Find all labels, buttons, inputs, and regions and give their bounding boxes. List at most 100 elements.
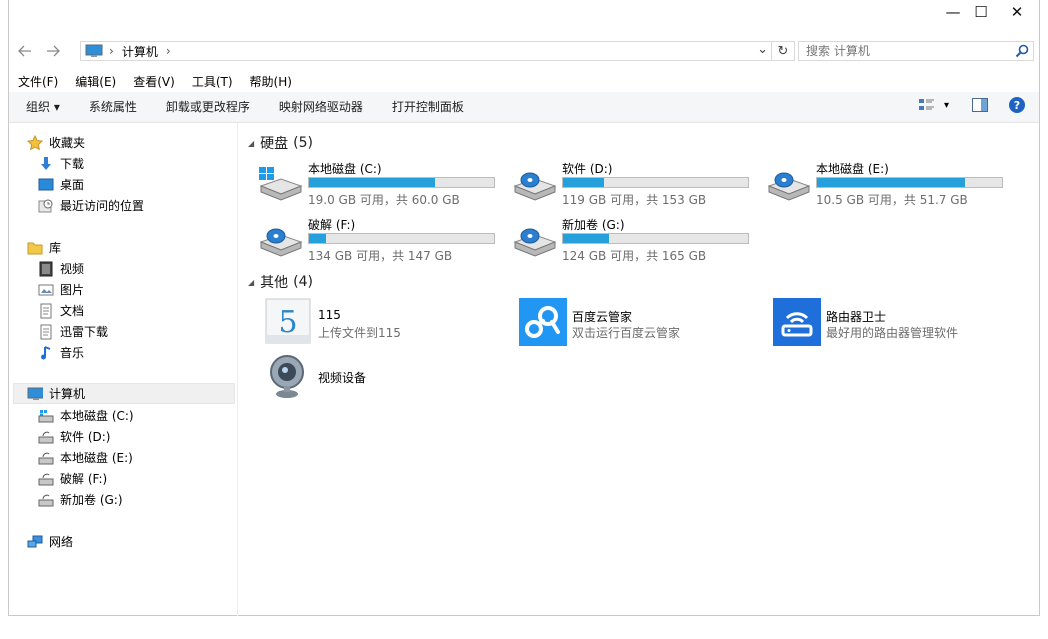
- sidebar-label: 迅雷下载: [60, 325, 109, 339]
- item-video-device[interactable]: 视频设备: [265, 352, 515, 402]
- group-count: (4): [293, 274, 313, 290]
- collapse-triangle-icon[interactable]: ◢: [248, 278, 254, 287]
- sidebar-item-favorites[interactable]: 收藏夹: [27, 132, 85, 153]
- menu-tools[interactable]: 工具(T): [183, 72, 241, 92]
- sidebar-label: 本地磁盘 (E:): [60, 451, 133, 465]
- breadcrumb-computer[interactable]: 计算机: [122, 43, 158, 60]
- open-control-panel-button[interactable]: 打开控制面板: [377, 93, 478, 121]
- map-network-drive-button[interactable]: 映射网络驱动器: [264, 93, 377, 121]
- sidebar-item-network[interactable]: 网络: [27, 531, 73, 552]
- computer-icon: [85, 44, 103, 58]
- drive-space-info: 119 GB 可用，共 153 GB: [562, 193, 707, 207]
- webcam-icon: [270, 355, 304, 398]
- sidebar-item-libraries[interactable]: 库: [27, 237, 61, 258]
- sidebar-item-xunlei-downloads[interactable]: 迅雷下载: [38, 321, 108, 342]
- navigation-pane: 收藏夹 下载 桌面 最近访问的位置 库 视频 图片 文档 迅雷下载 音乐 计算机…: [9, 123, 238, 616]
- view-options-button[interactable]: ▾: [918, 97, 949, 113]
- address-dropdown-icon[interactable]: ⌄: [757, 42, 768, 57]
- menu-edit[interactable]: 编辑(E): [66, 72, 124, 92]
- sidebar-item-drive-e[interactable]: 本地磁盘 (E:): [38, 447, 133, 468]
- sidebar-label: 视频: [60, 262, 85, 276]
- sidebar-item-downloads[interactable]: 下载: [38, 153, 84, 174]
- sidebar-label: 音乐: [60, 346, 85, 360]
- item-name: 百度云管家: [572, 310, 633, 324]
- item-name: 路由器卫士: [826, 310, 887, 324]
- sidebar-item-drive-f[interactable]: 破解 (F:): [38, 468, 107, 489]
- sidebar-item-computer[interactable]: 计算机: [27, 383, 85, 404]
- item-description: 上传文件到115: [318, 326, 401, 340]
- picture-library-icon: [38, 282, 54, 298]
- forward-button[interactable]: [43, 41, 63, 61]
- sidebar-label: 计算机: [49, 387, 86, 401]
- drive-usage-bar: [308, 177, 495, 188]
- breadcrumb-separator[interactable]: ›: [166, 44, 171, 58]
- menu-file[interactable]: 文件(F): [9, 72, 66, 92]
- close-button[interactable]: ✕: [999, 0, 1035, 24]
- drive-usage-fill: [563, 178, 604, 187]
- drive-e-tile[interactable]: 本地磁盘 (E:) 10.5 GB 可用，共 51.7 GB: [766, 160, 1016, 210]
- drive-d-tile[interactable]: 软件 (D:) 119 GB 可用，共 153 GB: [512, 160, 762, 210]
- sidebar-item-recent-places[interactable]: 最近访问的位置: [38, 195, 144, 216]
- drive-name: 新加卷 (G:): [562, 218, 625, 232]
- preview-pane-icon: [972, 98, 988, 112]
- sidebar-item-drive-c[interactable]: 本地磁盘 (C:): [38, 405, 134, 426]
- group-header-others[interactable]: ◢ 其他 (4): [248, 272, 313, 292]
- menu-view[interactable]: 查看(V): [124, 72, 183, 92]
- sidebar-label: 破解 (F:): [60, 472, 108, 486]
- help-icon[interactable]: ?: [1009, 97, 1025, 113]
- drive-g-tile[interactable]: 新加卷 (G:) 124 GB 可用，共 165 GB: [512, 216, 762, 266]
- item-router-guard[interactable]: 路由器卫士 最好用的路由器管理软件: [773, 298, 1023, 348]
- drive-usage-bar: [308, 233, 495, 244]
- drive-usage-fill: [563, 234, 610, 243]
- command-bar: 组织 ▾ 系统属性 卸载或更改程序 映射网络驱动器 打开控制面板 ▾ ?: [9, 92, 1039, 123]
- sidebar-item-drive-g[interactable]: 新加卷 (G:): [38, 489, 123, 510]
- recent-places-icon: [38, 198, 54, 214]
- folder-icon: [27, 240, 43, 256]
- drive-name: 软件 (D:): [562, 162, 613, 176]
- windows-drive-icon: [259, 167, 303, 201]
- group-header-drives[interactable]: ◢ 硬盘 (5): [248, 133, 313, 153]
- item-description: 双击运行百度云管家: [572, 326, 681, 340]
- preview-pane-button[interactable]: [971, 97, 989, 113]
- refresh-button[interactable]: ↻: [771, 42, 794, 60]
- drive-f-tile[interactable]: 破解 (F:) 134 GB 可用，共 147 GB: [258, 216, 508, 266]
- drive-usage-fill: [309, 234, 326, 243]
- sidebar-item-documents[interactable]: 文档: [38, 300, 84, 321]
- baidu-cloud-icon: [519, 298, 567, 346]
- view-dropdown-icon: ▾: [943, 99, 949, 111]
- organize-button[interactable]: 组织 ▾: [9, 93, 74, 121]
- item-name: 视频设备: [318, 371, 367, 385]
- sidebar-item-music[interactable]: 音乐: [38, 342, 84, 363]
- drive-c-tile[interactable]: 本地磁盘 (C:) 19.0 GB 可用，共 60.0 GB: [258, 160, 508, 210]
- arrow-left-icon: [18, 45, 31, 57]
- back-button[interactable]: [15, 41, 35, 61]
- title-bar: — ☐ ✕: [9, 0, 1039, 24]
- collapse-triangle-icon[interactable]: ◢: [248, 139, 254, 148]
- sidebar-item-videos[interactable]: 视频: [38, 258, 84, 279]
- search-input[interactable]: [799, 43, 1018, 59]
- drive-disc-icon: [513, 172, 557, 201]
- search-icon[interactable]: [1015, 44, 1029, 61]
- drive-name: 本地磁盘 (E:): [816, 162, 889, 176]
- sidebar-label: 新加卷 (G:): [60, 493, 123, 507]
- drive-usage-fill: [309, 178, 435, 187]
- drive-disc-icon: [513, 228, 557, 257]
- drive-space-info: 10.5 GB 可用，共 51.7 GB: [816, 193, 968, 207]
- uninstall-program-button[interactable]: 卸载或更改程序: [151, 93, 264, 121]
- sidebar-item-desktop[interactable]: 桌面: [38, 174, 84, 195]
- system-properties-button[interactable]: 系统属性: [74, 93, 151, 121]
- menu-help[interactable]: 帮助(H): [241, 72, 300, 92]
- item-115[interactable]: 5 115 上传文件到115: [265, 298, 515, 348]
- item-baidu-cloud[interactable]: 百度云管家 双击运行百度云管家: [519, 298, 769, 348]
- maximize-button[interactable]: ☐: [963, 0, 999, 24]
- drive-name: 本地磁盘 (C:): [308, 162, 382, 176]
- search-box: [798, 41, 1034, 61]
- router-icon: [773, 298, 821, 346]
- group-title: 其他: [260, 275, 289, 291]
- address-bar[interactable]: › 计算机 › ⌄ ↻: [80, 41, 795, 61]
- arrow-right-icon: [47, 45, 60, 57]
- breadcrumb-separator[interactable]: ›: [109, 44, 114, 58]
- sidebar-item-drive-d[interactable]: 软件 (D:): [38, 426, 110, 447]
- sidebar-item-pictures[interactable]: 图片: [38, 279, 84, 300]
- item-name: 115: [318, 308, 341, 322]
